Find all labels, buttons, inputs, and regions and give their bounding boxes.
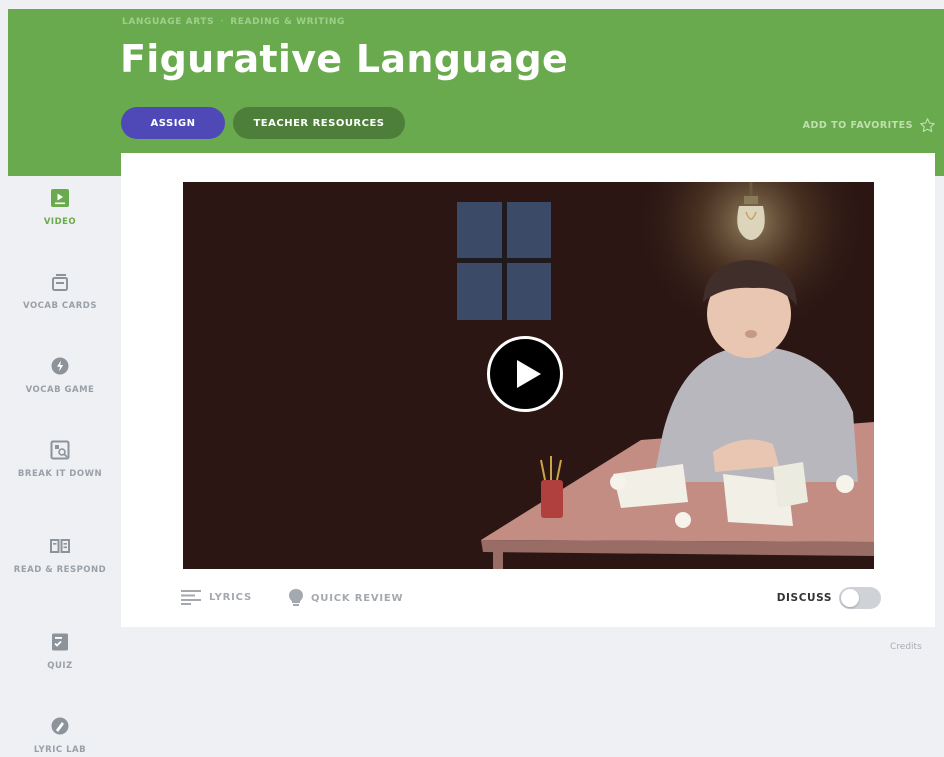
window-shape — [457, 202, 551, 320]
lesson-header: LANGUAGE ARTS · READING & WRITING Figurati… — [8, 9, 944, 176]
breadcrumb-reading-writing[interactable]: READING & WRITING — [230, 17, 345, 27]
activity-sidebar: VIDEO VOCAB CARDS VOCAB GAME BREAK IT DO… — [8, 176, 112, 756]
lyric-lab-icon — [51, 717, 69, 735]
video-player[interactable] — [183, 182, 874, 569]
sidebar-item-label: READ & RESPOND — [13, 565, 107, 575]
sidebar-item-video[interactable]: VIDEO — [8, 188, 112, 229]
lyrics-icon — [181, 590, 201, 605]
breadcrumb: LANGUAGE ARTS · READING & WRITING — [122, 17, 345, 27]
play-icon — [517, 360, 541, 388]
sidebar-item-lyric-lab[interactable]: LYRIC LAB — [8, 716, 112, 757]
sidebar-item-label: BREAK IT DOWN — [17, 469, 103, 479]
lightbulb-icon — [289, 589, 303, 606]
video-controls-bar: LYRICS QUICK REVIEW DISCUSS — [181, 585, 881, 613]
add-to-favorites-label: ADD TO FAVORITES — [802, 120, 913, 131]
video-icon — [51, 189, 69, 207]
play-button[interactable] — [487, 336, 563, 412]
add-to-favorites-button[interactable]: ADD TO FAVORITES — [803, 117, 936, 134]
sidebar-item-vocab-cards[interactable]: VOCAB CARDS — [8, 272, 112, 313]
assign-button[interactable]: ASSIGN — [121, 107, 225, 139]
sidebar-item-vocab-game[interactable]: VOCAB GAME — [8, 356, 112, 397]
discuss-label: DISCUSS — [776, 592, 832, 604]
sidebar-item-label: VIDEO — [43, 217, 77, 227]
lyrics-label: LYRICS — [209, 591, 253, 603]
breadcrumb-language-arts[interactable]: LANGUAGE ARTS — [122, 17, 214, 27]
discuss-switch[interactable] — [839, 587, 881, 609]
breadcrumb-separator: · — [220, 17, 225, 27]
sidebar-item-label: VOCAB GAME — [25, 385, 95, 395]
read-respond-icon — [50, 539, 70, 553]
vocab-cards-icon — [52, 274, 68, 291]
teacher-resources-button[interactable]: TEACHER RESOURCES — [233, 107, 405, 139]
sidebar-item-label: QUIZ — [47, 661, 73, 671]
sidebar-item-break-it-down[interactable]: BREAK IT DOWN — [8, 440, 112, 481]
break-it-down-icon — [50, 440, 70, 460]
star-icon — [920, 118, 935, 133]
sidebar-item-quiz[interactable]: QUIZ — [8, 632, 112, 673]
switch-knob — [841, 589, 859, 607]
sidebar-item-read-respond[interactable]: READ & RESPOND — [8, 536, 112, 577]
quiz-icon — [52, 633, 68, 651]
quick-review-button[interactable]: QUICK REVIEW — [289, 589, 403, 607]
sidebar-item-label: LYRIC LAB — [33, 745, 87, 755]
sidebar-item-label: VOCAB CARDS — [23, 301, 97, 311]
discuss-toggle[interactable]: DISCUSS — [777, 587, 881, 609]
vocab-game-icon — [51, 357, 69, 375]
credits-link[interactable]: Credits — [890, 642, 922, 652]
quick-review-label: QUICK REVIEW — [311, 592, 404, 604]
page-title: Figurative Language — [120, 37, 569, 81]
video-panel: LYRICS QUICK REVIEW DISCUSS — [121, 153, 935, 627]
lyrics-button[interactable]: LYRICS — [181, 589, 252, 605]
